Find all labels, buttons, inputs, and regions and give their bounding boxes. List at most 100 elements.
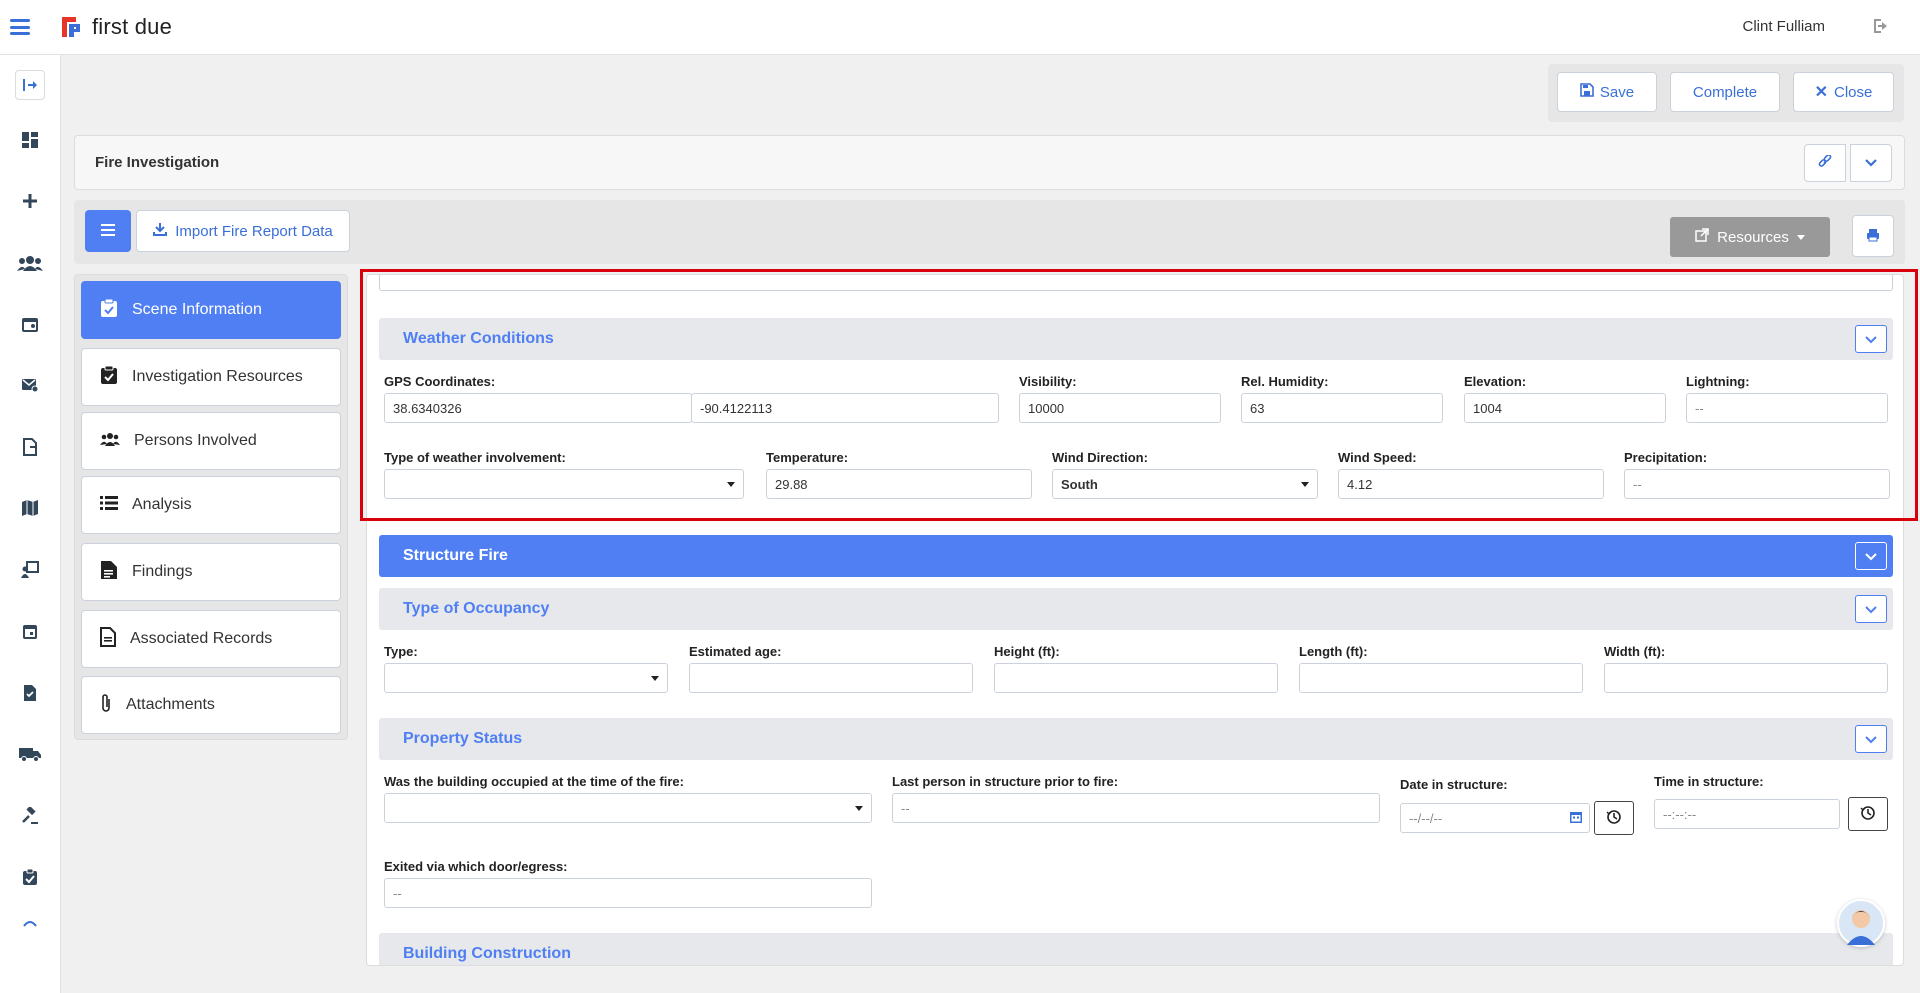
expand-sidebar-icon[interactable] — [15, 70, 45, 100]
nav-associated-records[interactable]: Associated Records — [81, 610, 341, 668]
chevron-down-icon — [1865, 548, 1877, 564]
print-button[interactable] — [1852, 215, 1894, 257]
document-export-icon[interactable] — [15, 432, 45, 462]
width-input[interactable] — [1604, 663, 1888, 693]
nav-label: Findings — [132, 563, 193, 580]
logo[interactable]: first due — [58, 14, 172, 40]
hamburger-menu-icon[interactable] — [10, 19, 30, 35]
length-input[interactable] — [1299, 663, 1583, 693]
nav-findings[interactable]: Findings — [81, 543, 341, 601]
import-label: Import Fire Report Data — [175, 222, 333, 240]
paperclip-icon — [100, 693, 112, 718]
wind-direction-select[interactable]: South — [1052, 469, 1318, 499]
download-icon — [153, 222, 168, 240]
link-button[interactable] — [1804, 144, 1846, 182]
time-input[interactable]: --:--:-- — [1654, 799, 1840, 829]
calendar-icon[interactable] — [15, 616, 45, 646]
top-bar: first due Clint Fulliam — [0, 0, 1920, 55]
wind-speed-input[interactable]: 4.12 — [1338, 469, 1604, 499]
external-link-icon — [1695, 228, 1709, 246]
nav-attachments[interactable]: Attachments — [81, 676, 341, 734]
nav-label: Investigation Resources — [132, 368, 303, 385]
resources-label: Resources — [1717, 228, 1789, 246]
wind-direction-label: Wind Direction: — [1052, 450, 1148, 465]
save-button[interactable]: Save — [1557, 72, 1657, 112]
import-fire-report-button[interactable]: Import Fire Report Data — [136, 210, 350, 252]
truck-icon[interactable] — [15, 739, 45, 769]
height-input[interactable] — [994, 663, 1278, 693]
weather-conditions-header[interactable]: Weather Conditions — [379, 318, 1893, 360]
clipboard-check-icon[interactable] — [15, 862, 45, 892]
logout-icon[interactable] — [1872, 17, 1892, 40]
notes-textarea[interactable] — [379, 275, 1893, 291]
gps-longitude-input[interactable]: -90.4122113 — [691, 393, 999, 423]
time-label: Time in structure: — [1654, 774, 1764, 789]
precipitation-input[interactable]: -- — [1624, 469, 1890, 499]
logo-text: first due — [92, 14, 173, 39]
section-menu-button[interactable] — [85, 210, 131, 252]
precipitation-label: Precipitation: — [1624, 450, 1708, 465]
complete-button[interactable]: Complete — [1670, 72, 1780, 112]
caret-down-icon — [651, 676, 659, 681]
date-placeholder: --/--/-- — [1409, 810, 1443, 826]
visibility-label: Visibility: — [1019, 374, 1077, 389]
file-check-icon[interactable] — [15, 678, 45, 708]
date-input[interactable]: --/--/-- — [1400, 803, 1590, 833]
temperature-input[interactable]: 29.88 — [766, 469, 1032, 499]
lightning-input[interactable]: -- — [1686, 393, 1888, 423]
expand-header-button[interactable] — [1850, 144, 1892, 182]
occupancy-collapse-button[interactable] — [1855, 595, 1887, 623]
building-construction-header[interactable]: Building Construction — [379, 933, 1893, 965]
calendar-user-icon[interactable] — [15, 309, 45, 339]
mail-check-icon[interactable] — [15, 370, 45, 400]
assistant-avatar[interactable] — [1837, 899, 1885, 947]
nav-analysis[interactable]: Analysis — [81, 476, 341, 534]
humidity-input[interactable]: 63 — [1241, 393, 1443, 423]
weather-collapse-button[interactable] — [1855, 325, 1887, 353]
more-icon[interactable] — [15, 917, 45, 929]
temperature-label: Temperature: — [766, 450, 849, 465]
save-label: Save — [1599, 83, 1635, 101]
involvement-select[interactable] — [384, 469, 744, 499]
gps-latitude-input[interactable]: 38.6340326 — [384, 393, 692, 423]
chevron-down-icon — [1864, 155, 1878, 171]
occupied-select[interactable] — [384, 793, 872, 823]
age-input[interactable] — [689, 663, 973, 693]
section-title: Property Status — [403, 730, 523, 747]
nav-persons-involved[interactable]: Persons Involved — [81, 412, 341, 470]
caret-down-icon — [1796, 234, 1805, 240]
section-title: Type of Occupancy — [403, 600, 550, 617]
first-due-logo-icon — [58, 14, 84, 40]
exited-input[interactable]: -- — [384, 878, 872, 908]
type-select[interactable] — [384, 663, 668, 693]
lightning-label: Lightning: — [1686, 374, 1750, 389]
gavel-icon[interactable] — [15, 801, 45, 831]
map-icon[interactable] — [15, 493, 45, 523]
resources-dropdown[interactable]: Resources — [1670, 217, 1830, 257]
close-button[interactable]: ✕ Close — [1793, 72, 1894, 112]
structure-collapse-button[interactable] — [1855, 542, 1887, 570]
time-clock-button[interactable] — [1848, 797, 1888, 831]
dashboard-icon[interactable] — [15, 125, 45, 155]
nav-scene-information[interactable]: Scene Information — [81, 281, 341, 339]
users-icon[interactable] — [15, 248, 45, 278]
structure-fire-header[interactable]: Structure Fire — [379, 535, 1893, 577]
calendar-icon[interactable] — [1569, 810, 1583, 827]
date-clock-button[interactable] — [1594, 801, 1634, 835]
exited-label: Exited via which door/egress: — [384, 859, 568, 874]
occupancy-header[interactable]: Type of Occupancy — [379, 588, 1893, 630]
nav-label: Attachments — [126, 696, 215, 713]
save-icon — [1580, 83, 1594, 101]
nav-investigation-resources[interactable]: Investigation Resources — [81, 348, 341, 406]
elevation-input[interactable]: 1004 — [1464, 393, 1666, 423]
property-status-header[interactable]: Property Status — [379, 718, 1893, 760]
visibility-input[interactable]: 10000 — [1019, 393, 1221, 423]
presentation-user-icon[interactable] — [15, 555, 45, 585]
last-person-input[interactable]: -- — [892, 793, 1380, 823]
user-name[interactable]: Clint Fulliam — [1742, 18, 1825, 35]
page-title: Fire Investigation — [95, 154, 220, 171]
property-collapse-button[interactable] — [1855, 725, 1887, 753]
nav-label: Analysis — [132, 496, 192, 513]
file-icon — [100, 626, 116, 652]
plus-icon[interactable] — [15, 186, 45, 216]
